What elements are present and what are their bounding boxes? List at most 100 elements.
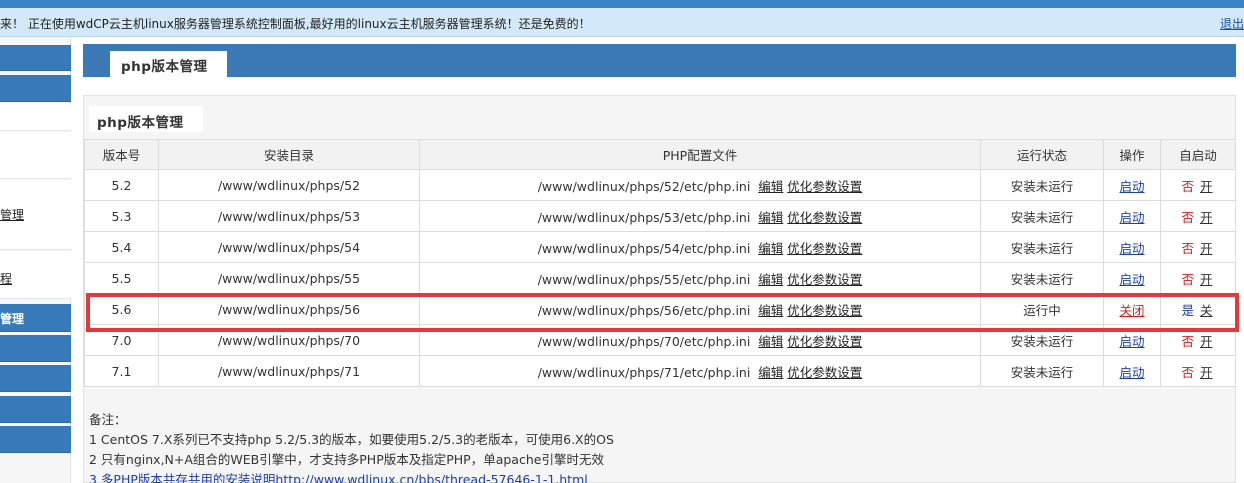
- autostart-toggle-link[interactable]: 开: [1200, 365, 1213, 380]
- table-row: 5.2/www/wdlinux/phps/52/www/wdlinux/phps…: [84, 169, 1236, 201]
- version-cell: 5.3: [84, 200, 159, 232]
- autostart-cell: 否 开: [1160, 231, 1236, 263]
- action-cell: 启动: [1103, 200, 1161, 232]
- action-cell: 启动: [1103, 169, 1161, 201]
- top-stripe: [0, 0, 1244, 8]
- install-dir-cell: /www/wdlinux/phps/53: [158, 200, 420, 232]
- sidebar-item-9[interactable]: [0, 365, 71, 392]
- edit-config-link[interactable]: 编辑: [758, 241, 783, 256]
- stop-button[interactable]: 关闭: [1119, 303, 1144, 318]
- table-row: 5.3/www/wdlinux/phps/53/www/wdlinux/phps…: [84, 200, 1236, 232]
- note-line-3[interactable]: 3 多PHP版本共存共用的安装说明http://www.wdlinux.cn/b…: [89, 470, 614, 483]
- install-dir-cell: /www/wdlinux/phps/71: [158, 355, 420, 387]
- section-tab: php版本管理: [89, 106, 203, 132]
- edit-config-link[interactable]: 编辑: [758, 303, 783, 318]
- start-button[interactable]: 启动: [1119, 334, 1144, 349]
- start-button[interactable]: 启动: [1119, 365, 1144, 380]
- start-button[interactable]: 启动: [1119, 179, 1144, 194]
- page-header-band: [83, 44, 1236, 77]
- edit-config-link[interactable]: 编辑: [758, 272, 783, 287]
- sidebar-item-3[interactable]: [0, 103, 71, 131]
- install-dir-cell: /www/wdlinux/phps/56: [158, 293, 420, 325]
- start-button[interactable]: 启动: [1119, 241, 1144, 256]
- col-header-config: PHP配置文件: [419, 139, 981, 170]
- autostart-cell: 否 开: [1160, 262, 1236, 294]
- start-button[interactable]: 启动: [1119, 210, 1144, 225]
- config-cell: /www/wdlinux/phps/71/etc/php.ini 编辑 优化参数…: [419, 355, 981, 387]
- config-cell: /www/wdlinux/phps/56/etc/php.ini 编辑 优化参数…: [419, 293, 981, 325]
- autostart-cell: 否 开: [1160, 324, 1236, 356]
- config-path: /www/wdlinux/phps/54/etc/php.ini: [537, 240, 751, 256]
- action-cell: 启动: [1103, 231, 1161, 263]
- sidebar-item-11[interactable]: [0, 426, 71, 453]
- config-cell: /www/wdlinux/phps/70/etc/php.ini 编辑 优化参数…: [419, 324, 981, 356]
- table-header-row: 版本号 安装目录 PHP配置文件 运行状态 操作 自启动: [84, 139, 1236, 170]
- action-cell: 启动: [1103, 355, 1161, 387]
- config-path: /www/wdlinux/phps/55/etc/php.ini: [537, 271, 751, 287]
- welcome-message: 来！ 正在使用wdCP云主机linux服务器管理系统控制面板,最好用的linux…: [0, 17, 591, 31]
- status-cell: 运行中: [980, 293, 1104, 325]
- page-tab[interactable]: php版本管理: [110, 51, 227, 77]
- optimize-params-link[interactable]: 优化参数设置: [787, 334, 862, 349]
- autostart-toggle-link[interactable]: 开: [1200, 241, 1213, 256]
- autostart-cell: 否 开: [1160, 169, 1236, 201]
- autostart-state: 否: [1181, 271, 1194, 287]
- sidebar-item-5[interactable]: 管理: [0, 180, 71, 250]
- autostart-state: 否: [1181, 333, 1194, 349]
- optimize-params-link[interactable]: 优化参数设置: [787, 179, 862, 194]
- edit-config-link[interactable]: 编辑: [758, 365, 783, 380]
- version-cell: 5.5: [84, 262, 159, 294]
- logout-link[interactable]: 退出: [1220, 15, 1244, 32]
- optimize-params-link[interactable]: 优化参数设置: [787, 303, 862, 318]
- sidebar-item-6[interactable]: 程: [0, 251, 71, 299]
- table-row: 7.1/www/wdlinux/phps/71/www/wdlinux/phps…: [84, 355, 1236, 387]
- table-row: 5.4/www/wdlinux/phps/54/www/wdlinux/phps…: [84, 231, 1236, 263]
- version-cell: 7.1: [84, 355, 159, 387]
- autostart-toggle-link[interactable]: 开: [1200, 179, 1213, 194]
- edit-config-link[interactable]: 编辑: [758, 334, 783, 349]
- sidebar: 管理 程 管理: [0, 37, 71, 483]
- action-cell: 启动: [1103, 262, 1161, 294]
- autostart-toggle-link[interactable]: 开: [1200, 210, 1213, 225]
- sidebar-item-8[interactable]: [0, 335, 71, 362]
- edit-config-link[interactable]: 编辑: [758, 210, 783, 225]
- install-dir-cell: /www/wdlinux/phps/70: [158, 324, 420, 356]
- action-cell: 启动: [1103, 324, 1161, 356]
- config-cell: /www/wdlinux/phps/53/etc/php.ini 编辑 优化参数…: [419, 200, 981, 232]
- autostart-state: 否: [1181, 240, 1194, 256]
- sidebar-item-2[interactable]: [0, 75, 71, 102]
- status-cell: 安装未运行: [980, 324, 1104, 356]
- note-line-2: 2 只有nginx,N+A组合的WEB引擎中，才支持多PHP版本及指定PHP，单…: [89, 452, 604, 467]
- optimize-params-link[interactable]: 优化参数设置: [787, 241, 862, 256]
- top-bar: 来！ 正在使用wdCP云主机linux服务器管理系统控制面板,最好用的linux…: [0, 8, 1244, 37]
- config-path: /www/wdlinux/phps/52/etc/php.ini: [537, 178, 751, 194]
- autostart-cell: 否 开: [1160, 355, 1236, 387]
- autostart-toggle-link[interactable]: 开: [1200, 334, 1213, 349]
- autostart-toggle-link[interactable]: 开: [1200, 272, 1213, 287]
- version-cell: 5.6: [84, 293, 159, 325]
- table-row: 7.0/www/wdlinux/phps/70/www/wdlinux/phps…: [84, 324, 1236, 356]
- autostart-state: 是: [1181, 302, 1194, 318]
- autostart-cell: 否 开: [1160, 200, 1236, 232]
- col-header-version: 版本号: [84, 139, 159, 170]
- action-cell: 关闭: [1103, 293, 1161, 325]
- optimize-params-link[interactable]: 优化参数设置: [787, 365, 862, 380]
- version-cell: 5.2: [84, 169, 159, 201]
- config-cell: /www/wdlinux/phps/52/etc/php.ini 编辑 优化参数…: [419, 169, 981, 201]
- config-cell: /www/wdlinux/phps/54/etc/php.ini 编辑 优化参数…: [419, 231, 981, 263]
- note-line-1: 1 CentOS 7.X系列已不支持php 5.2/5.3的版本，如要使用5.2…: [89, 432, 614, 447]
- start-button[interactable]: 启动: [1119, 272, 1144, 287]
- optimize-params-link[interactable]: 优化参数设置: [787, 272, 862, 287]
- sidebar-item-4[interactable]: [0, 132, 71, 179]
- autostart-state: 否: [1181, 209, 1194, 225]
- optimize-params-link[interactable]: 优化参数设置: [787, 210, 862, 225]
- sidebar-item-10[interactable]: [0, 396, 71, 423]
- autostart-toggle-link[interactable]: 关: [1200, 303, 1213, 318]
- notes: 备注： 1 CentOS 7.X系列已不支持php 5.2/5.3的版本，如要使…: [89, 410, 614, 483]
- sidebar-item-1[interactable]: [0, 45, 71, 71]
- table-row: 5.6/www/wdlinux/phps/56/www/wdlinux/phps…: [84, 293, 1236, 325]
- sidebar-item-7-active[interactable]: 管理: [0, 304, 71, 332]
- edit-config-link[interactable]: 编辑: [758, 179, 783, 194]
- col-header-dir: 安装目录: [158, 139, 420, 170]
- status-cell: 安装未运行: [980, 169, 1104, 201]
